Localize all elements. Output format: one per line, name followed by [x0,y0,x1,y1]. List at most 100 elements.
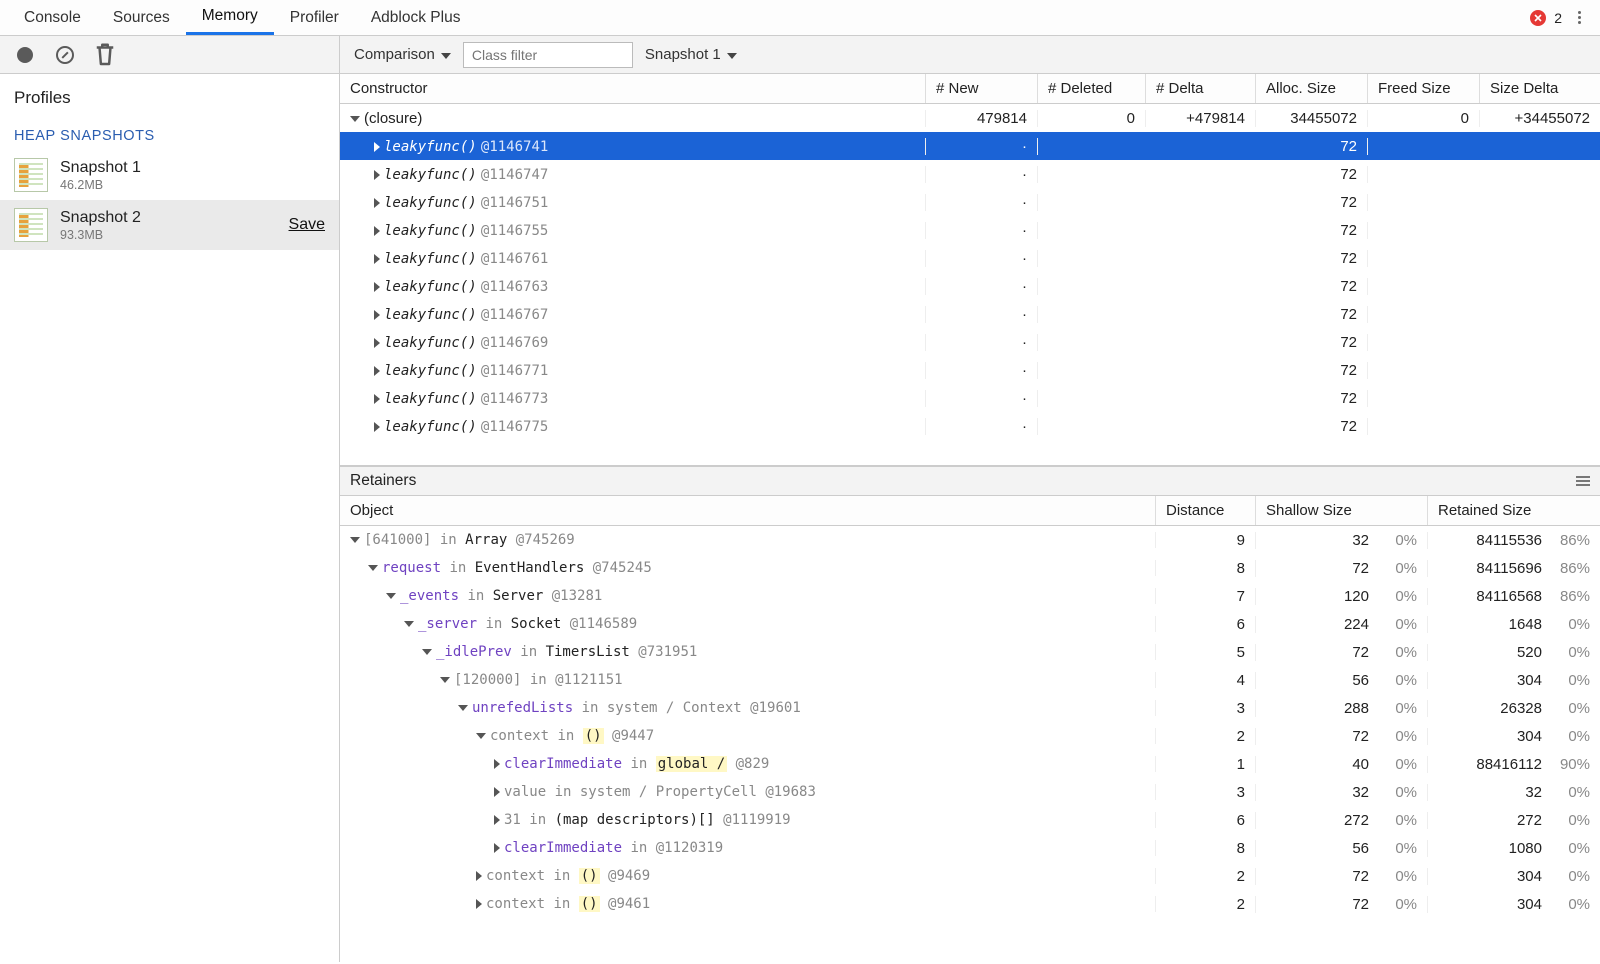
view-mode-select[interactable]: Comparison [354,46,451,63]
column-header[interactable]: Object [340,496,1156,525]
chevron-down-icon[interactable] [350,537,360,543]
chevron-down-icon[interactable] [404,621,414,627]
top-tab-profiler[interactable]: Profiler [274,0,355,35]
snapshot-thumb-icon [14,158,48,192]
save-link[interactable]: Save [289,216,325,234]
cell-shallow: 720% [1256,896,1428,913]
base-snapshot-select[interactable]: Snapshot 1 [645,46,737,63]
cell-delta: +479814 [1146,110,1256,127]
clear-icon[interactable] [54,44,76,66]
error-count[interactable]: 2 [1554,10,1562,26]
chevron-right-icon[interactable] [374,366,380,376]
retainer-row[interactable]: [641000] in Array @7452699320%8411553686… [340,526,1600,554]
cell-retained: 8411553686% [1428,532,1600,549]
top-tab-sources[interactable]: Sources [97,0,186,35]
cell-deleted: 0 [1038,110,1146,127]
retainer-row[interactable]: _idlePrev in TimersList @7319515720%5200… [340,638,1600,666]
chevron-right-icon[interactable] [476,899,482,909]
retainer-row[interactable]: value in system / PropertyCell @19683332… [340,778,1600,806]
chevron-down-icon[interactable] [458,705,468,711]
column-header[interactable]: Size Delta [1480,74,1600,103]
comparison-table: Constructor# New# Deleted# DeltaAlloc. S… [340,74,1600,466]
chevron-right-icon[interactable] [374,394,380,404]
chevron-right-icon[interactable] [374,310,380,320]
chevron-right-icon[interactable] [476,871,482,881]
retainer-row[interactable]: 31 in (map descriptors)[] @111991962720%… [340,806,1600,834]
column-header[interactable]: Shallow Size [1256,496,1428,525]
cell-alloc: 72 [1256,166,1368,183]
retainer-row[interactable]: request in EventHandlers @7452458720%841… [340,554,1600,582]
object-row[interactable]: leakyfunc() @1146767·72 [340,300,1600,328]
cell-distance: 6 [1156,616,1256,633]
chevron-right-icon[interactable] [374,142,380,152]
column-header[interactable]: Freed Size [1368,74,1480,103]
column-header[interactable]: Distance [1156,496,1256,525]
object-row[interactable]: leakyfunc() @1146769·72 [340,328,1600,356]
chevron-right-icon[interactable] [494,759,500,769]
chevron-down-icon[interactable] [350,116,360,122]
chevron-down-icon[interactable] [368,565,378,571]
column-header[interactable]: Alloc. Size [1256,74,1368,103]
retainer-row[interactable]: context in () @94692720%3040% [340,862,1600,890]
column-header[interactable]: Constructor [340,74,926,103]
retainer-row[interactable]: context in () @94472720%3040% [340,722,1600,750]
trash-icon[interactable] [94,44,116,66]
chevron-down-icon[interactable] [476,733,486,739]
object-row[interactable]: leakyfunc() @1146755·72 [340,216,1600,244]
object-row[interactable]: leakyfunc() @1146751·72 [340,188,1600,216]
constructor-group-row[interactable]: (closure) 479814 0 +479814 34455072 0 +3… [340,104,1600,132]
chevron-right-icon[interactable] [374,226,380,236]
object-row[interactable]: leakyfunc() @1146741·72 [340,132,1600,160]
chevron-down-icon[interactable] [386,593,396,599]
object-row[interactable]: leakyfunc() @1146761·72 [340,244,1600,272]
chevron-right-icon[interactable] [374,338,380,348]
top-tab-adblock-plus[interactable]: Adblock Plus [355,0,477,35]
chevron-right-icon[interactable] [494,843,500,853]
object-id: @1146763 [481,279,548,295]
retainer-row[interactable]: clearImmediate in @11203198560%10800% [340,834,1600,862]
retainer-row[interactable]: unrefedLists in system / Context @196013… [340,694,1600,722]
chevron-right-icon[interactable] [494,787,500,797]
chevron-right-icon[interactable] [374,282,380,292]
object-row[interactable]: leakyfunc() @1146763·72 [340,272,1600,300]
cell-distance: 5 [1156,644,1256,661]
column-header[interactable]: # Deleted [1038,74,1146,103]
retainer-row[interactable]: context in () @94612720%3040% [340,890,1600,918]
record-icon[interactable] [14,44,36,66]
chevron-right-icon[interactable] [494,815,500,825]
retainer-row[interactable]: [120000] in @11211514560%3040% [340,666,1600,694]
cell-new: 479814 [926,110,1038,127]
chevron-right-icon[interactable] [374,170,380,180]
object-row[interactable]: leakyfunc() @1146747·72 [340,160,1600,188]
profile-item[interactable]: Snapshot 146.2MB [0,150,339,200]
object-row[interactable]: leakyfunc() @1146775·72 [340,412,1600,440]
column-header[interactable]: # Delta [1146,74,1256,103]
column-header[interactable]: # New [926,74,1038,103]
column-header[interactable]: Retained Size [1428,496,1600,525]
profile-size: 46.2MB [60,178,141,192]
profiles-sidebar: Profiles HEAP SNAPSHOTS Snapshot 146.2MB… [0,74,340,962]
object-row[interactable]: leakyfunc() @1146773·72 [340,384,1600,412]
cell-new: · [926,390,1038,407]
cell-alloc: 72 [1256,418,1368,435]
menu-icon[interactable] [1576,476,1590,486]
kebab-menu-icon[interactable] [1570,11,1588,24]
retainer-row[interactable]: clearImmediate in global / @8291400%8841… [340,750,1600,778]
profile-item[interactable]: Snapshot 293.3MBSave [0,200,339,250]
retainer-row[interactable]: _server in Socket @114658962240%16480% [340,610,1600,638]
chevron-down-icon[interactable] [422,649,432,655]
chevron-down-icon[interactable] [440,677,450,683]
chevron-right-icon[interactable] [374,198,380,208]
cell-alloc: 72 [1256,222,1368,239]
error-count-badge[interactable] [1530,10,1546,26]
top-tab-memory[interactable]: Memory [186,0,274,35]
chevron-right-icon[interactable] [374,422,380,432]
cell-new: · [926,138,1038,155]
retainer-row[interactable]: _events in Server @1328171200%8411656886… [340,582,1600,610]
object-row[interactable]: leakyfunc() @1146771·72 [340,356,1600,384]
cell-new: · [926,334,1038,351]
chevron-right-icon[interactable] [374,254,380,264]
class-filter-input[interactable] [463,42,633,68]
fn-name: leakyfunc() [384,195,477,211]
top-tab-console[interactable]: Console [8,0,97,35]
